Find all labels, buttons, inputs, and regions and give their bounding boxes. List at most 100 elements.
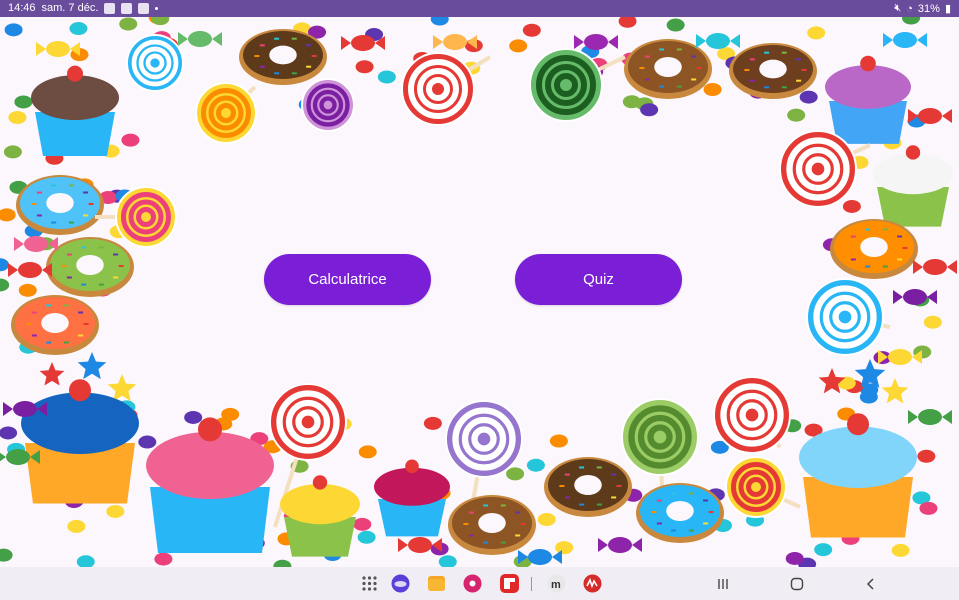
- sprinkle: [26, 323, 32, 326]
- wrapped-candy-icon: [528, 549, 552, 565]
- cherry-icon: [405, 459, 419, 474]
- sprinkle: [676, 48, 682, 51]
- sprinkle: [882, 228, 888, 231]
- donut-hole: [574, 475, 602, 495]
- sprinkle: [688, 492, 694, 495]
- sprinkle: [644, 78, 650, 81]
- notification-icon: [138, 2, 150, 14]
- flipboard-icon[interactable]: [500, 574, 519, 593]
- candy-dot: [923, 315, 942, 329]
- sprinkle: [68, 221, 74, 224]
- sprinkle: [659, 48, 665, 51]
- more-notifications-icon: [155, 6, 159, 10]
- wrapped-candy-icon: [13, 401, 37, 417]
- calculator-button[interactable]: Calculatrice: [264, 254, 431, 305]
- candy-dot: [666, 18, 685, 32]
- donut-hole: [76, 255, 104, 275]
- notification-icon: [104, 2, 116, 14]
- sprinkle: [118, 265, 124, 267]
- candy-dot: [703, 83, 722, 97]
- sprinkle: [865, 265, 871, 268]
- candy-dot: [423, 416, 442, 430]
- candy-dot: [526, 458, 545, 472]
- candy-background: [0, 17, 957, 567]
- sprinkle: [463, 523, 469, 526]
- gallery-icon[interactable]: [463, 574, 482, 593]
- sprinkle: [744, 69, 750, 72]
- sprinkle: [796, 58, 802, 61]
- sprinkle: [651, 511, 657, 514]
- files-icon[interactable]: [427, 574, 446, 593]
- wrapped-candy-icon: [918, 108, 942, 124]
- cupcake-frosting: [21, 392, 139, 455]
- sprinkle: [259, 65, 265, 68]
- wrapped-candy-icon: [893, 32, 917, 48]
- home-icon[interactable]: [787, 574, 807, 594]
- wrapped-candy-icon: [6, 449, 30, 465]
- wrapped-candy-icon: [888, 349, 912, 365]
- candy-dot: [358, 445, 377, 459]
- cupcake-frosting: [799, 426, 917, 489]
- candy-dot: [807, 26, 826, 40]
- apps-grid-icon[interactable]: [360, 574, 379, 593]
- sprinkle: [564, 496, 570, 499]
- m-app-icon[interactable]: m: [547, 574, 566, 593]
- sprinkle: [515, 511, 521, 514]
- sprinkle: [579, 503, 585, 506]
- candy-dot: [273, 559, 292, 567]
- sprinkle: [63, 341, 69, 344]
- candy-dot: [357, 530, 376, 544]
- candy-dot: [0, 208, 16, 222]
- sprinkle: [306, 44, 312, 47]
- sprinkle: [656, 499, 662, 502]
- sprinkle: [113, 276, 119, 279]
- candy-dot: [859, 390, 878, 404]
- candy-dot: [555, 541, 574, 555]
- sprinkle: [897, 258, 903, 261]
- sprinkle: [468, 534, 474, 537]
- cupcake-frosting: [873, 153, 953, 195]
- sprinkle: [254, 55, 260, 58]
- sprinkle: [902, 247, 908, 249]
- internet-icon[interactable]: [391, 574, 410, 593]
- star-icon: [77, 352, 107, 380]
- sprinkle: [639, 67, 645, 70]
- donut-hole: [41, 313, 69, 333]
- wrapped-candy-icon: [918, 409, 942, 425]
- signature-app-icon[interactable]: [583, 574, 602, 593]
- candy-dot: [119, 17, 138, 31]
- candy-dot: [799, 90, 818, 104]
- candy-dot: [902, 17, 921, 25]
- cupcake-frosting: [31, 75, 119, 120]
- candy-dot: [917, 449, 936, 463]
- sprinkle: [781, 86, 787, 89]
- battery-icon: ▮: [944, 3, 951, 15]
- wrapped-candy-icon: [24, 236, 48, 252]
- sprinkle: [764, 51, 770, 54]
- sprinkle: [500, 541, 506, 544]
- candy-dot: [509, 39, 528, 53]
- quiz-button[interactable]: Quiz: [515, 254, 682, 305]
- sprinkle: [845, 247, 851, 250]
- candy-dot: [184, 410, 203, 424]
- cupcake-frosting: [825, 65, 911, 109]
- star-icon: [818, 368, 846, 394]
- sprinkle: [611, 473, 617, 476]
- cherry-icon: [69, 379, 91, 402]
- svg-text:m: m: [551, 579, 561, 591]
- wrapped-candy-icon: [46, 41, 70, 57]
- sprinkle: [596, 466, 602, 469]
- candy-dot: [154, 552, 173, 566]
- back-icon[interactable]: [861, 574, 881, 594]
- sprinkle: [520, 523, 526, 525]
- sprinkle: [259, 44, 265, 47]
- recent-apps-icon[interactable]: [713, 574, 733, 594]
- sprinkle: [703, 499, 709, 502]
- donut-hole: [759, 59, 787, 79]
- star-icon: [39, 362, 65, 386]
- star-icon: [881, 378, 909, 404]
- candy-dot: [549, 434, 568, 448]
- candy-dot: [785, 551, 804, 565]
- candy-dot: [221, 407, 240, 421]
- sprinkle: [483, 504, 489, 507]
